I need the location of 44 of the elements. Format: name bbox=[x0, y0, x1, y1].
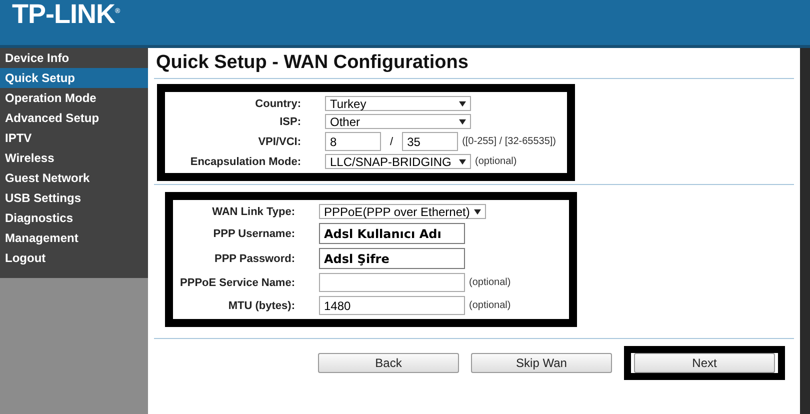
sidebar-item[interactable]: Guest Network bbox=[0, 168, 148, 188]
sidebar-item[interactable]: Quick Setup bbox=[0, 68, 148, 88]
input-field[interactable]: 8 bbox=[325, 132, 381, 151]
sidebar-item[interactable]: IPTV bbox=[0, 128, 148, 148]
sidebar-item[interactable]: Device Info bbox=[0, 48, 148, 68]
caret-icon bbox=[459, 100, 466, 106]
caret-icon bbox=[459, 158, 466, 164]
page-title: Quick Setup - WAN Configurations bbox=[156, 51, 470, 75]
input-field[interactable]: 1480 bbox=[319, 296, 465, 315]
caret-icon bbox=[474, 208, 481, 214]
field-label: PPP Password: bbox=[214, 252, 295, 264]
dropdown[interactable]: LLC/SNAP-BRIDGING bbox=[325, 154, 471, 169]
field-label: ISP: bbox=[278, 116, 301, 128]
sidebar-item[interactable]: Operation Mode bbox=[0, 88, 148, 108]
dropdown[interactable]: PPPoE(PPP over Ethernet) bbox=[319, 204, 486, 219]
sidebar-item[interactable]: Management bbox=[0, 228, 148, 248]
sidebar-item[interactable]: Wireless bbox=[0, 148, 148, 168]
hint-text: (optional) bbox=[475, 156, 517, 167]
input-field[interactable]: Adsl Kullanıcı Adı bbox=[319, 223, 465, 244]
dropdown[interactable]: Other bbox=[325, 114, 471, 129]
sidebar-item[interactable]: Advanced Setup bbox=[0, 108, 148, 128]
action-button[interactable]: Back bbox=[318, 353, 459, 373]
dropdown[interactable]: Turkey bbox=[325, 96, 471, 111]
field-label: PPP Username: bbox=[212, 228, 295, 240]
action-button[interactable]: Next bbox=[634, 353, 775, 373]
field-label: Encapsulation Mode: bbox=[189, 156, 301, 168]
separator-text: / bbox=[390, 136, 394, 148]
input-field[interactable]: Adsl Şifre bbox=[319, 248, 465, 269]
sidebar-item[interactable]: Logout bbox=[0, 248, 148, 268]
field-label: MTU (bytes): bbox=[227, 300, 295, 312]
hint-text: ([0-255] / [32-65535]) bbox=[462, 136, 556, 147]
hint-text: (optional) bbox=[469, 300, 511, 311]
field-label: Country: bbox=[254, 98, 301, 110]
hint-text: (optional) bbox=[469, 277, 511, 288]
sidebar-item[interactable]: Diagnostics bbox=[0, 208, 148, 228]
input-field[interactable]: 35 bbox=[402, 132, 458, 151]
field-label: VPI/VCI: bbox=[257, 136, 301, 148]
logo: TP-LINK$^{®}$ bbox=[12, 1, 120, 27]
sidebar-item[interactable]: USB Settings bbox=[0, 188, 148, 208]
input-field[interactable] bbox=[319, 273, 465, 292]
field-label: PPPoE Service Name: bbox=[179, 276, 295, 288]
action-button[interactable]: Skip Wan bbox=[471, 353, 612, 373]
caret-icon bbox=[459, 118, 466, 124]
field-label: WAN Link Type: bbox=[211, 206, 295, 218]
